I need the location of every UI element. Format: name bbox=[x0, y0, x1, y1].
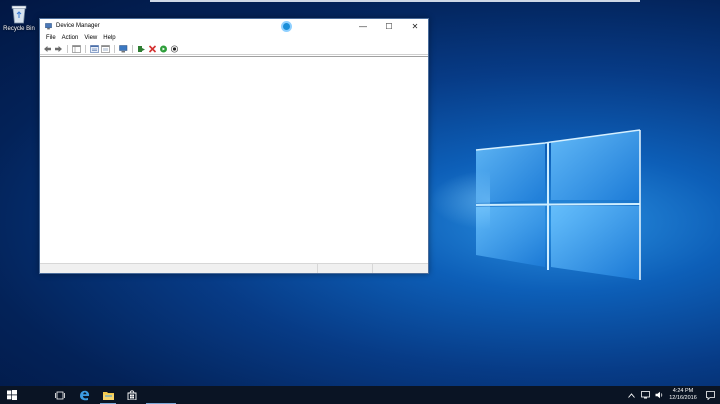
edge-icon bbox=[79, 390, 89, 400]
chevron-up-icon bbox=[627, 392, 635, 398]
toolbar-separator bbox=[67, 44, 68, 53]
menu-bar: File Action View Help bbox=[40, 33, 428, 43]
clock-date: 12/16/2016 bbox=[669, 395, 697, 401]
file-explorer-icon bbox=[102, 391, 114, 400]
disable-device-icon[interactable] bbox=[169, 44, 179, 54]
device-tree-pane[interactable] bbox=[40, 56, 428, 263]
volume-button[interactable] bbox=[652, 386, 666, 404]
light-beam bbox=[430, 170, 490, 230]
status-pane bbox=[318, 264, 373, 273]
cursor-indicator bbox=[281, 21, 292, 32]
clock-time: 4:24 PM bbox=[672, 388, 694, 394]
start-button[interactable] bbox=[0, 386, 24, 404]
status-pane bbox=[40, 264, 318, 273]
notification-icon bbox=[705, 390, 715, 400]
search-button[interactable] bbox=[24, 386, 48, 404]
action-center-button[interactable] bbox=[700, 386, 720, 404]
menu-help[interactable]: Help bbox=[100, 35, 118, 41]
update-driver-icon[interactable] bbox=[136, 44, 146, 54]
forward-arrow-icon[interactable] bbox=[53, 44, 63, 54]
help-icon[interactable] bbox=[100, 44, 110, 54]
start-icon bbox=[7, 390, 17, 400]
toolbar-separator bbox=[85, 44, 86, 53]
clock[interactable]: 4:24 PM 12/16/2016 bbox=[666, 388, 700, 402]
taskbar: 4:24 PM 12/16/2016 bbox=[0, 386, 720, 404]
device-manager-icon bbox=[45, 22, 52, 29]
network-icon bbox=[640, 391, 650, 399]
minimize-button[interactable]: — bbox=[350, 19, 376, 33]
store-icon bbox=[127, 390, 137, 400]
menu-action[interactable]: Action bbox=[59, 35, 82, 41]
status-bar bbox=[40, 263, 428, 273]
uninstall-icon[interactable] bbox=[147, 44, 157, 54]
task-view-button[interactable] bbox=[48, 386, 72, 404]
desktop-icon-recycle-bin[interactable]: Recycle Bin bbox=[2, 4, 36, 32]
enable-device-icon[interactable] bbox=[158, 44, 168, 54]
scan-hardware-icon[interactable] bbox=[118, 44, 128, 54]
task-view-icon bbox=[55, 391, 65, 399]
back-arrow-icon[interactable] bbox=[42, 44, 52, 54]
file-explorer-button[interactable] bbox=[96, 386, 120, 404]
menu-view[interactable]: View bbox=[81, 35, 100, 41]
edge-button[interactable] bbox=[72, 386, 96, 404]
taskbar-app-button[interactable] bbox=[144, 386, 178, 404]
volume-icon bbox=[655, 391, 662, 399]
maximize-button[interactable]: ☐ bbox=[376, 19, 402, 33]
close-button[interactable]: ✕ bbox=[402, 19, 428, 33]
toolbar bbox=[40, 43, 428, 55]
properties-icon[interactable] bbox=[89, 44, 99, 54]
window-title: Device Manager bbox=[56, 23, 100, 29]
system-tray: 4:24 PM 12/16/2016 bbox=[624, 386, 720, 404]
title-bar[interactable]: Device Manager — ☐ ✕ bbox=[40, 19, 428, 33]
toolbar-separator bbox=[132, 44, 133, 53]
menu-file[interactable]: File bbox=[43, 35, 59, 41]
show-hidden-icons-button[interactable] bbox=[624, 386, 638, 404]
store-button[interactable] bbox=[120, 386, 144, 404]
device-manager-window[interactable]: Device Manager — ☐ ✕ File Action View He… bbox=[39, 18, 429, 274]
recycle-bin-icon bbox=[10, 4, 28, 24]
toolbar-separator bbox=[114, 44, 115, 53]
desktop-icon-label: Recycle Bin bbox=[3, 26, 35, 32]
top-border bbox=[0, 0, 720, 2]
show-hide-tree-icon[interactable] bbox=[71, 44, 81, 54]
network-button[interactable] bbox=[638, 386, 652, 404]
